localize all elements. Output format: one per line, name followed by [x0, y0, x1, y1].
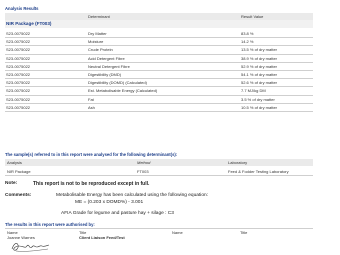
- authoriser-title: Client Liaison Feed/Test: [79, 235, 125, 240]
- row-determinant: Digestibility (DMD): [88, 72, 122, 77]
- row-result-value: 14.2 %: [241, 39, 254, 45]
- row-determinant: Ash: [88, 104, 95, 110]
- row-determinant: Crude Protein: [88, 47, 113, 53]
- table-row-divider: [5, 70, 313, 71]
- authorised-section-title: The results in this report were authoris…: [5, 222, 95, 227]
- lab-row-divider: [5, 175, 313, 176]
- table-row-divider: [5, 78, 313, 79]
- header-name-2: Name: [172, 229, 183, 235]
- row-result-value: 13.5 % of dry matter: [241, 47, 278, 53]
- row-sample-id: S23-0075022: [6, 39, 31, 45]
- row-result-value: 83.8 %: [241, 31, 254, 36]
- row-sample-id: S23-0075022: [6, 80, 31, 86]
- row-determinant: Digestibility (DOMD) (Calculated): [88, 80, 147, 86]
- row-sample-id: S23-0075022: [6, 63, 31, 69]
- analysis-header-bar: [5, 13, 313, 20]
- row-result-value: 52.9 % of dry matter: [241, 63, 278, 69]
- row-determinant: Neutral Detergent Fibre: [88, 63, 130, 69]
- header-name: Name: [7, 229, 18, 235]
- comments-line-3: AFIA Grade for legume and pasture hay + …: [61, 211, 174, 216]
- table-row-divider: [5, 53, 313, 55]
- header-title: Title: [79, 229, 87, 235]
- comments-line-2: ME = (0.203 x DOMD%) - 3.001: [75, 200, 144, 205]
- header-title-2: Title: [240, 229, 248, 235]
- lab-row-analysis: NIR Package: [7, 168, 31, 174]
- row-sample-id: S23-0075022: [6, 88, 31, 94]
- lab-row-laboratory: Feed & Fodder Testing Laboratory: [228, 168, 289, 174]
- row-sample-id: S23-0075022: [6, 104, 31, 110]
- row-sample-id: S23-0075022: [6, 72, 31, 77]
- header-determinant: Determinant: [88, 14, 110, 20]
- analysis-section-title: Analysis Results: [5, 6, 39, 11]
- lab-row-method: FT003: [137, 168, 149, 174]
- lab-header-bar: [5, 159, 313, 166]
- row-result-value: 52.6 % of dry matter: [241, 80, 278, 86]
- note-text: This report is not to be reproduced exce…: [33, 181, 150, 187]
- header-method: Method: [137, 160, 151, 166]
- row-result-value: 38.9 % of dry matter: [241, 55, 278, 61]
- table-row-divider: [5, 94, 313, 96]
- signature-image: [11, 243, 50, 252]
- row-determinant: Dry Matter: [88, 31, 107, 36]
- table-row-divider: [5, 45, 313, 46]
- comments-label: Comments:: [5, 193, 32, 198]
- package-title: NIR Package (FT003): [6, 21, 52, 27]
- table-row-divider: [5, 37, 313, 38]
- row-sample-id: S23-0075022: [6, 96, 31, 102]
- row-determinant: Fat: [88, 96, 94, 102]
- row-result-value: 10.5 % of dry matter: [241, 104, 278, 110]
- table-row-divider: [5, 111, 313, 112]
- row-sample-id: S23-0075022: [6, 47, 31, 53]
- comments-line-1: Metabolisable Energy has been calculated…: [56, 193, 209, 198]
- row-sample-id: S23-0075022: [6, 55, 31, 61]
- row-result-value: 54.1 % of dry matter: [241, 72, 278, 77]
- lab-section-title: The sample(s) referred to in this report…: [5, 152, 178, 157]
- row-determinant: Est. Metabolisable Energy (Calculated): [88, 88, 158, 94]
- authorised-top-divider: [5, 228, 313, 229]
- table-row-divider: [5, 102, 313, 104]
- header-result-value: Result Value: [241, 14, 264, 20]
- row-determinant: Moisture: [88, 39, 104, 45]
- row-result-value: 3.5 % of dry matter: [241, 96, 275, 102]
- header-laboratory: Laboratory: [228, 160, 248, 166]
- table-row-divider: [5, 86, 313, 87]
- row-determinant: Acid Detergent Fibre: [88, 55, 125, 61]
- row-result-value: 7.7 MJ/kg DM: [241, 88, 266, 94]
- row-sample-id: S23-0075022: [6, 31, 31, 36]
- header-analysis: Analysis: [7, 160, 22, 166]
- note-label: Note:: [5, 181, 18, 186]
- table-row-divider: [5, 61, 313, 63]
